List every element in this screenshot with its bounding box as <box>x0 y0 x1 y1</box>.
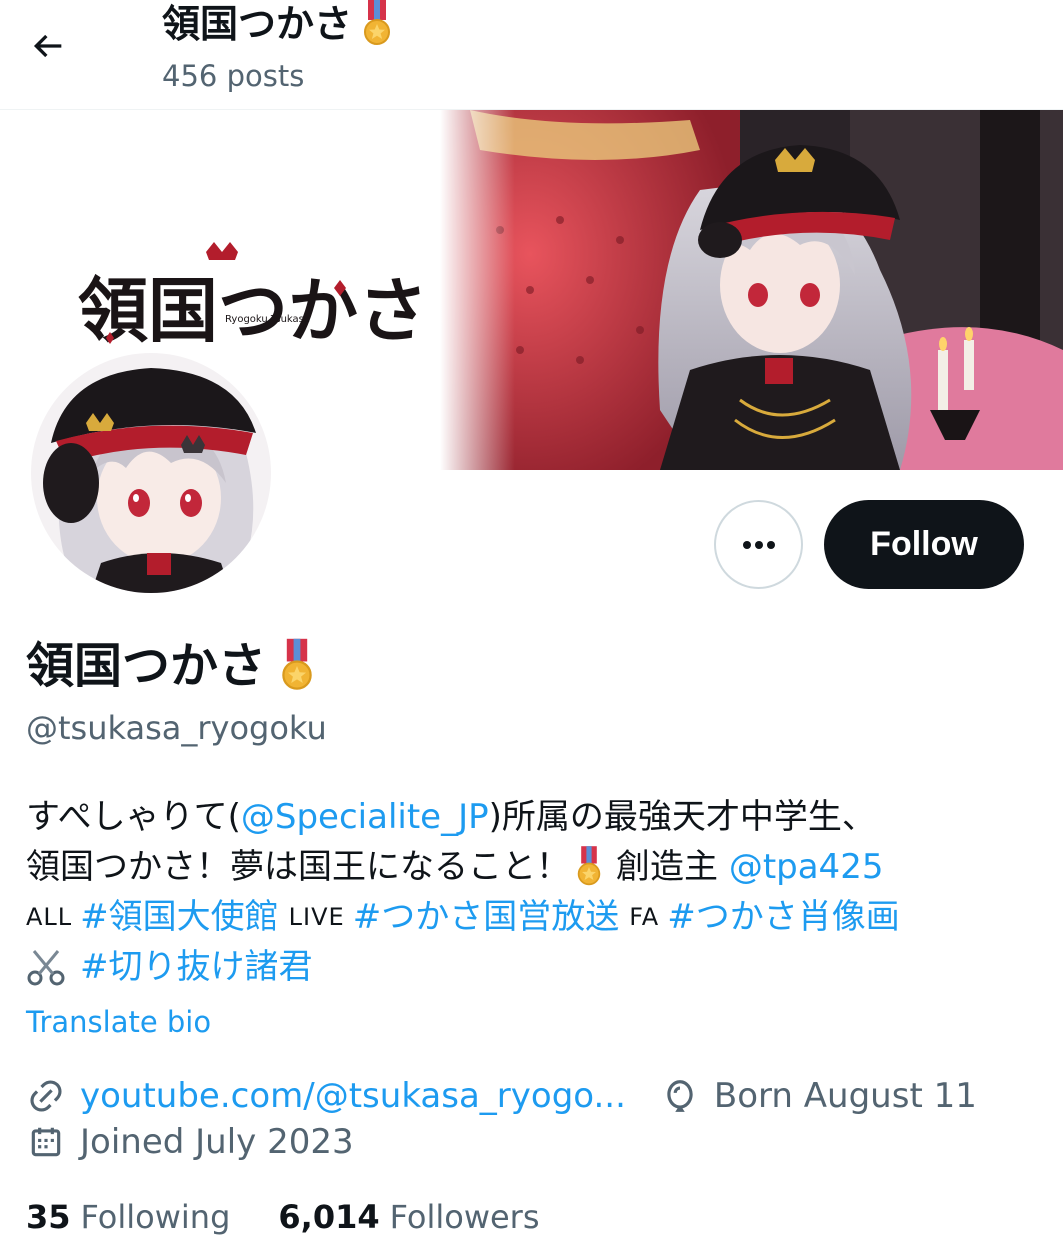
profile-header: 領国つかさ 456 posts <box>0 0 1063 110</box>
banner-logo-text: 領国つかさ <box>78 269 428 352</box>
bio-text: FA <box>629 903 660 931</box>
back-button[interactable] <box>22 20 74 72</box>
profile-meta-row: Joined July 2023 <box>26 1118 354 1166</box>
bio-text: 創造主 <box>616 847 729 887</box>
ellipsis-icon <box>742 540 775 549</box>
follow-stats: 35 Following 6,014 Followers <box>26 1194 588 1237</box>
bio-line: #切り抜け諸君 <box>26 942 1046 992</box>
joined-text: Joined July 2023 <box>80 1122 354 1162</box>
header-display-name: 領国つかさ <box>162 2 353 46</box>
scissors-icon <box>27 950 65 986</box>
bio-text: )所属の最強天才中学生、 <box>488 797 876 837</box>
birthday-text: Born August 11 <box>713 1076 977 1116</box>
balloon-icon <box>660 1076 700 1116</box>
hashtag-link[interactable]: #つかさ肖像画 <box>667 892 900 942</box>
translate-bio-link[interactable]: Translate bio <box>26 1002 211 1042</box>
banner-logo-subtext: Ryogoku Tsukasa <box>225 314 310 325</box>
header-title: 領国つかさ <box>162 0 392 48</box>
medal-icon <box>364 0 391 45</box>
bio-line: 領国つかさ！夢は国王になること！ 創造主 @tpa425 <box>26 842 1046 892</box>
bio-text: ALL <box>26 903 73 931</box>
profile-name: 領国つかさ <box>26 634 314 698</box>
profile-bio: すぺしゃりて( @Specialite_JP )所属の最強天才中学生、 領国つか… <box>26 792 1046 992</box>
medal-icon <box>577 846 601 886</box>
following-link[interactable]: 35 Following <box>26 1198 230 1236</box>
following-label: Following <box>80 1198 231 1236</box>
mention-link[interactable]: @tpa425 <box>729 842 884 892</box>
more-options-button[interactable] <box>714 500 803 589</box>
bio-line: ALL #領国大使館 LIVE #つかさ国営放送 FA #つかさ肖像画 <box>26 892 1046 942</box>
calendar-icon <box>26 1122 66 1162</box>
bio-text: 領国つかさ！夢は国王になること！ <box>26 847 570 887</box>
follow-button[interactable]: Follow <box>824 500 1024 589</box>
medal-icon <box>282 638 312 690</box>
followers-link[interactable]: 6,014 Followers <box>278 1198 539 1236</box>
link-icon <box>26 1076 66 1116</box>
hashtag-link[interactable]: #つかさ国営放送 <box>353 892 620 942</box>
hashtag-link[interactable]: #切り抜け諸君 <box>80 942 313 992</box>
profile-meta-row: youtube.com/@tsukasa_ryogo... Born Augus… <box>26 1072 977 1120</box>
arrow-left-icon <box>33 34 62 58</box>
following-count: 35 <box>26 1198 71 1236</box>
display-name: 領国つかさ <box>26 638 267 694</box>
followers-label: Followers <box>389 1198 540 1236</box>
website-link[interactable]: youtube.com/@tsukasa_ryogo... <box>80 1076 626 1116</box>
posts-count: 456 posts <box>162 59 305 93</box>
hashtag-link[interactable]: #領国大使館 <box>80 892 279 942</box>
profile-handle: @tsukasa_ryogoku <box>26 709 327 747</box>
banner-logo: 領国つかさ Ryogoku Tsukasa <box>78 242 428 352</box>
followers-count: 6,014 <box>278 1198 380 1236</box>
bio-line: すぺしゃりて( @Specialite_JP )所属の最強天才中学生、 <box>26 792 1046 842</box>
mention-link[interactable]: @Specialite_JP <box>241 792 489 842</box>
bio-text: すぺしゃりて( <box>26 797 241 837</box>
bio-text: LIVE <box>288 903 345 931</box>
avatar[interactable] <box>26 348 276 598</box>
